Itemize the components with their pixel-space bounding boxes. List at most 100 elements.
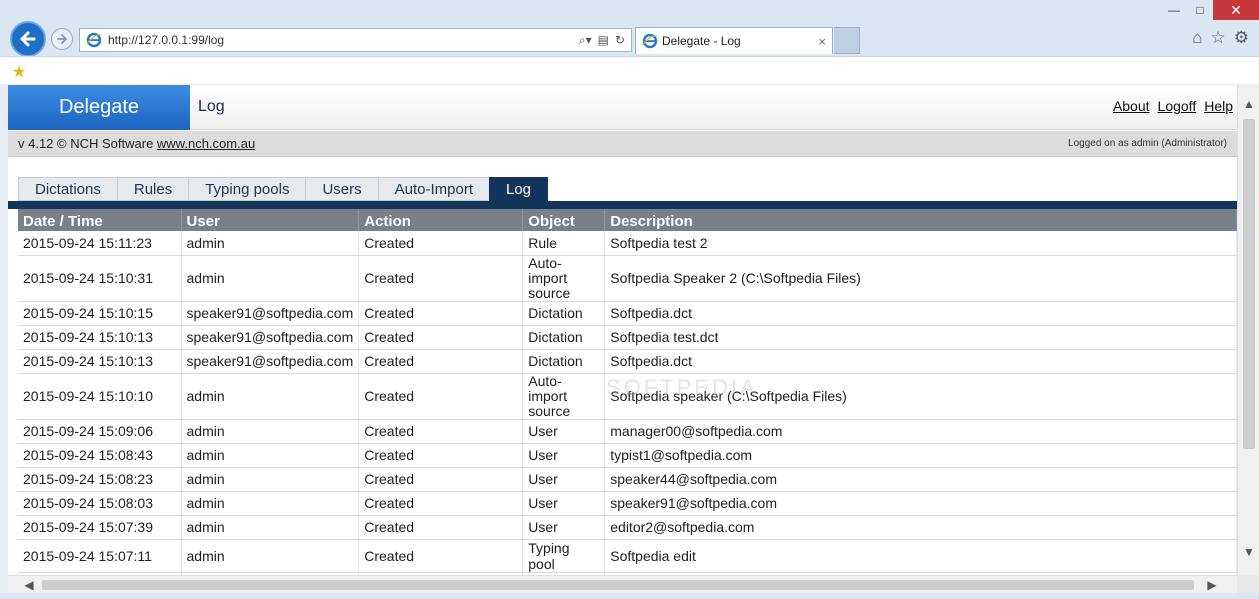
table-row: 2015-09-24 15:07:11 admin Created Typing po…: [18, 539, 1237, 573]
page-viewport: Delegate Log About Logoff Help v 4.12 © …: [8, 85, 1237, 575]
table-cell: Created: [358, 301, 524, 326]
info-bar: v 4.12 © NCH Software www.nch.com.au Log…: [8, 131, 1237, 157]
table-cell: 2015-09-24 15:10:13: [18, 349, 182, 374]
table-cell: Created: [358, 443, 524, 468]
table-cell: speaker91@softpedia.com: [181, 349, 360, 374]
table-cell: User: [522, 467, 606, 492]
table-cell: Softpedia edit: [604, 539, 1237, 573]
table-row: 2015-09-24 15:08:03 admin Created User speak…: [18, 491, 1237, 516]
table-cell: Created: [358, 349, 524, 374]
table-cell: User: [522, 515, 606, 540]
table-cell: 2015-09-24 15:09:06: [18, 419, 182, 444]
table-cell: 2015-09-24 15:10:31: [18, 255, 182, 302]
tab-rules[interactable]: Rules: [116, 177, 189, 201]
forward-button[interactable]: [51, 28, 73, 50]
table-cell: speaker91@softpedia.com: [181, 325, 360, 350]
browser-tab[interactable]: Delegate - Log ×: [635, 27, 833, 54]
table-cell: 2015-09-24 15:07:11: [18, 539, 182, 573]
vertical-scrollbar[interactable]: ▲ ▼: [1237, 85, 1259, 575]
browser-chrome: — □ ✕ http://127.0.0.1:99/log ⌕▾ ▤ ↻ Del…: [0, 0, 1259, 84]
back-button[interactable]: [10, 21, 46, 57]
page-title: Log: [198, 98, 225, 115]
horizontal-scroll-thumb[interactable]: [42, 580, 1194, 590]
url-text[interactable]: http://127.0.0.1:99/log: [108, 33, 579, 47]
table-header-row: Date / Time User Action Object Description: [18, 209, 1237, 231]
window-bottom-edge: [0, 593, 1259, 599]
table-cell: admin: [181, 491, 360, 516]
close-window-button[interactable]: ✕: [1213, 0, 1259, 20]
scroll-right-icon[interactable]: ▶: [1203, 576, 1221, 594]
app-header: Delegate Log About Logoff Help: [8, 85, 1237, 130]
table-cell: 2015-09-24 15:08:43: [18, 443, 182, 468]
table-cell: manager00@softpedia.com: [604, 419, 1237, 444]
table-cell: admin: [181, 419, 360, 444]
about-link[interactable]: About: [1113, 98, 1150, 114]
scroll-up-icon[interactable]: ▲: [1238, 95, 1259, 113]
tab-log[interactable]: Log: [489, 177, 549, 201]
maximize-button[interactable]: □: [1187, 0, 1213, 20]
table-cell: 2015-09-24 15:10:10: [18, 373, 182, 420]
scroll-down-icon[interactable]: ▼: [1238, 543, 1259, 561]
tab-typing-pools[interactable]: Typing pools: [188, 177, 306, 201]
table-cell: 2015-09-24 15:10:15: [18, 301, 182, 326]
table-cell: Softpedia test.dct: [604, 325, 1237, 350]
table-cell: Created: [358, 231, 524, 256]
help-link[interactable]: Help: [1204, 98, 1233, 114]
home-icon[interactable]: ⌂: [1192, 28, 1202, 48]
compat-view-icon[interactable]: ▤: [598, 33, 609, 48]
table-cell: Softpedia speaker (C:\Softpedia Files): [604, 373, 1237, 420]
table-cell: Typing pool: [522, 539, 606, 573]
table-cell: Softpedia.dct: [604, 301, 1237, 326]
table-cell: Created: [358, 373, 524, 420]
favorites-add-icon[interactable]: ★: [12, 62, 26, 82]
table-cell: admin: [181, 231, 360, 256]
table-cell: Created: [358, 325, 524, 350]
minimize-button[interactable]: —: [1161, 0, 1187, 20]
tab-auto-import[interactable]: Auto-Import: [377, 177, 489, 201]
address-bar[interactable]: http://127.0.0.1:99/log ⌕▾ ▤ ↻: [79, 28, 632, 52]
table-cell: Rule: [522, 231, 606, 256]
column-header: Action: [358, 209, 524, 231]
log-table-container: Date / Time User Action Object Description 2…: [18, 209, 1237, 575]
table-cell: Created: [358, 419, 524, 444]
logoff-link[interactable]: Logoff: [1158, 98, 1197, 114]
tab-underline: [8, 201, 1237, 209]
refresh-icon[interactable]: ↻: [615, 33, 625, 48]
table-cell: admin: [181, 443, 360, 468]
table-cell: 2015-09-24 15:08:03: [18, 491, 182, 516]
nch-website-link[interactable]: www.nch.com.au: [157, 136, 255, 151]
back-arrow-icon: [20, 31, 36, 47]
vertical-scroll-thumb[interactable]: [1243, 119, 1255, 449]
favorites-bar: ★: [0, 56, 1259, 84]
gear-icon[interactable]: ⚙: [1234, 28, 1249, 48]
table-body: 2015-09-24 15:11:23 admin Created Rule Softp…: [18, 231, 1237, 575]
table-cell: Dictation: [522, 349, 606, 374]
table-cell: Created: [358, 491, 524, 516]
search-icon[interactable]: ⌕▾: [579, 33, 592, 48]
table-row: 2015-09-24 15:10:13 speaker91@softpedia.c…: [18, 349, 1237, 374]
close-tab-button[interactable]: ×: [818, 34, 826, 49]
table-cell: speaker91@softpedia.com: [604, 491, 1237, 516]
version-text: v 4.12 © NCH Software www.nch.com.au: [18, 136, 255, 151]
column-header: Date / Time: [18, 209, 182, 231]
table-cell: Created: [358, 255, 524, 302]
table-cell: admin: [181, 539, 360, 573]
log-table: Date / Time User Action Object Description 2…: [18, 209, 1237, 575]
table-cell: Softpedia.dct: [604, 349, 1237, 374]
scroll-left-icon[interactable]: ◀: [20, 576, 38, 594]
scrollbar-corner: [1237, 575, 1259, 593]
column-header: User: [181, 209, 360, 231]
top-links: About Logoff Help: [1113, 98, 1233, 114]
favorites-star-icon[interactable]: ☆: [1211, 28, 1226, 48]
table-row: 2015-09-24 15:10:31 admin Created Auto-impo…: [18, 255, 1237, 302]
tab-users[interactable]: Users: [305, 177, 378, 201]
table-cell: Softpedia Speaker 2 (C:\Softpedia Files): [604, 255, 1237, 302]
brand-logo[interactable]: Delegate: [8, 85, 190, 130]
table-cell: admin: [181, 467, 360, 492]
horizontal-scrollbar[interactable]: ◀ ▶: [8, 575, 1237, 593]
tab-dictations[interactable]: Dictations: [18, 177, 117, 201]
table-row: 2015-09-24 15:11:23 admin Created Rule Softp…: [18, 231, 1237, 256]
table-cell: speaker44@softpedia.com: [604, 467, 1237, 492]
nav-tabs: Dictations Rules Typing pools Users Auto-Imp…: [18, 177, 549, 201]
new-tab-button[interactable]: [834, 27, 860, 54]
